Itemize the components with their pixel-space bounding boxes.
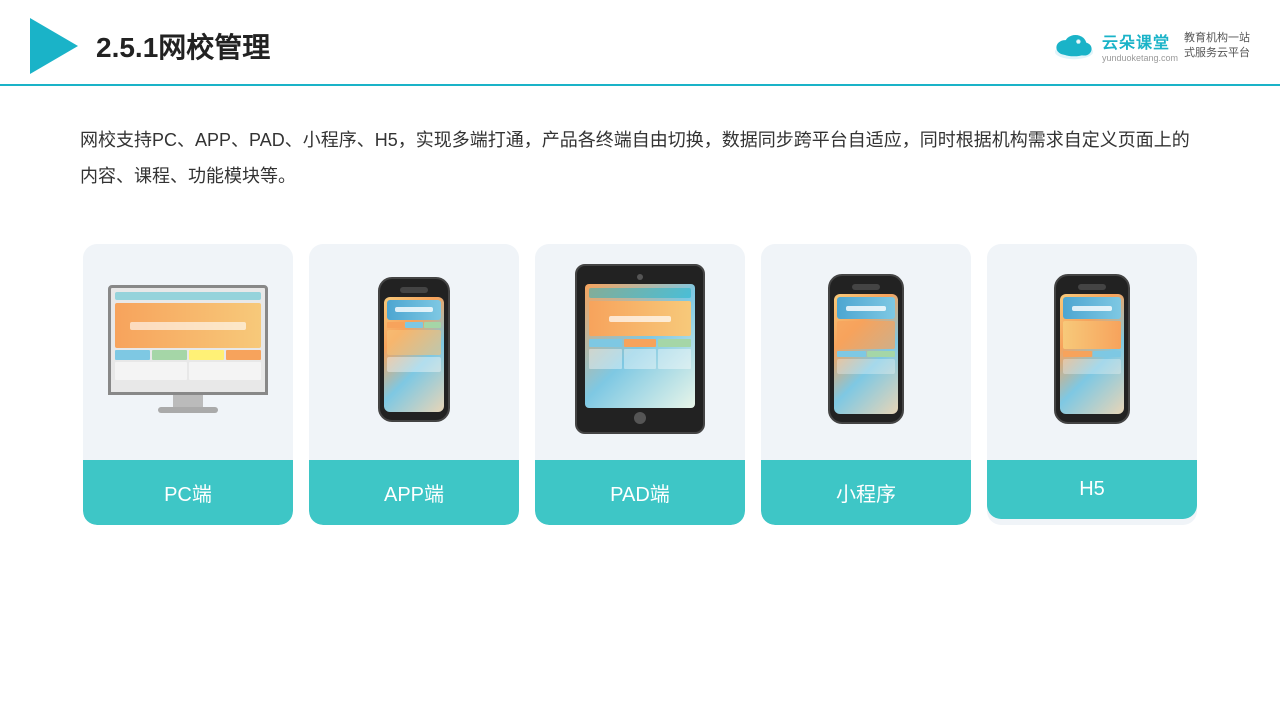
brand-tagline: 教育机构一站式服务云平台 — [1184, 31, 1250, 62]
brand-url: yunduoketang.com — [1102, 53, 1178, 63]
brand-logo: 云朵课堂 yunduoketang.com 教育机构一站式服务云平台 — [1052, 29, 1250, 63]
card-pc: PC端 — [83, 244, 293, 525]
brand-name: 云朵课堂 — [1102, 29, 1170, 53]
card-app-label: APP端 — [309, 460, 519, 525]
card-pc-image — [83, 244, 293, 444]
card-pad: PAD端 — [535, 244, 745, 525]
header: 2.5.1网校管理 云朵课堂 yunduoketang.com 教育机构一站式服… — [0, 0, 1280, 86]
description-text: 网校支持PC、APP、PAD、小程序、H5，实现多端打通，产品各终端自由切换，数… — [0, 86, 1280, 214]
header-left: 2.5.1网校管理 — [30, 18, 270, 74]
pc-monitor-icon — [108, 285, 268, 413]
card-pad-label: PAD端 — [535, 460, 745, 525]
phone-app-icon — [378, 277, 450, 422]
page-title: 2.5.1网校管理 — [96, 26, 270, 66]
card-miniapp: 小程序 — [761, 244, 971, 525]
card-app-image — [309, 244, 519, 444]
header-right: 云朵课堂 yunduoketang.com 教育机构一站式服务云平台 — [1052, 29, 1250, 63]
card-h5: H5 — [987, 244, 1197, 525]
logo-triangle-icon — [30, 18, 78, 74]
phone-miniapp-icon — [828, 274, 904, 424]
phone-h5-icon — [1054, 274, 1130, 424]
card-h5-image — [987, 244, 1197, 444]
card-h5-label: H5 — [987, 460, 1197, 519]
card-miniapp-label: 小程序 — [761, 460, 971, 525]
cards-container: PC端 — [0, 214, 1280, 525]
cloud-icon — [1052, 31, 1096, 61]
card-pc-label: PC端 — [83, 460, 293, 525]
brand-text-block: 云朵课堂 yunduoketang.com — [1102, 29, 1178, 63]
card-miniapp-image — [761, 244, 971, 444]
card-pad-image — [535, 244, 745, 444]
card-app: APP端 — [309, 244, 519, 525]
tablet-pad-icon — [575, 264, 705, 434]
